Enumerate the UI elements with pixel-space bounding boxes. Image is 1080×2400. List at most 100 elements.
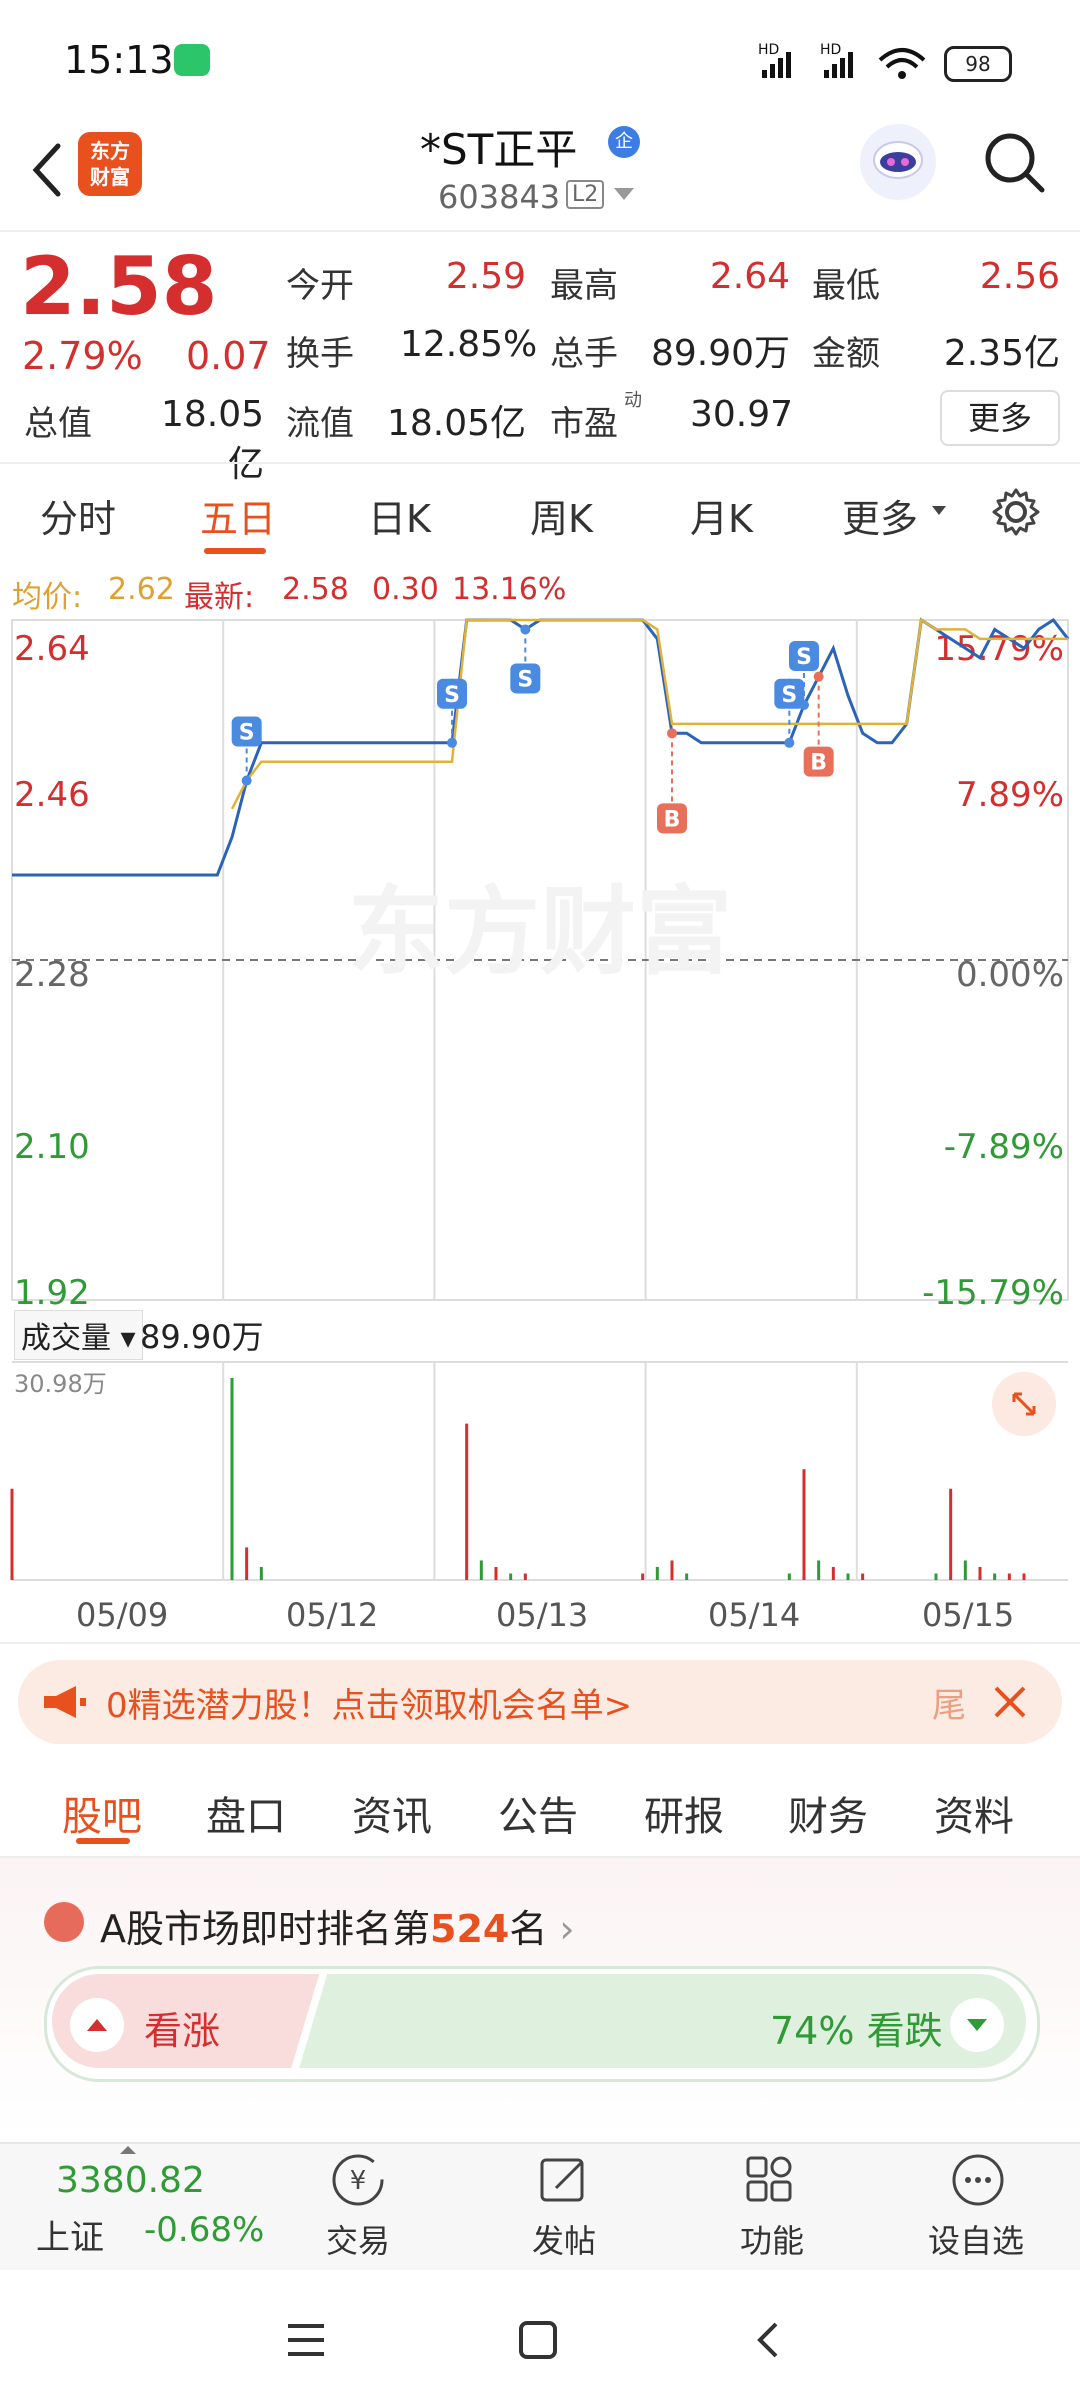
volume-bar [230,1378,234,1580]
level2-badge[interactable]: L2 [566,180,605,209]
divider [0,230,1080,232]
volume-bar [787,1573,791,1580]
stat-label: 总值 [24,404,92,444]
toolbar-item-label[interactable]: 功能 [740,2216,804,2262]
vote-down-pct: 74% [770,2009,855,2053]
search-icon[interactable] [980,128,1050,198]
content-tab[interactable]: 研报 [644,1784,724,1842]
market-ranking[interactable]: A股市场即时排名第524名 › [100,1898,575,1953]
trade-yen-icon[interactable]: ¥ [328,2150,388,2210]
eastmoney-logo[interactable]: 东方 财富 [78,132,142,196]
volume-bar [949,1488,953,1580]
toolbar-item-label[interactable]: 交易 [326,2216,390,2262]
period-tab[interactable]: 月K [690,488,753,543]
volume-selector[interactable]: 成交量 ▾ [14,1310,143,1360]
back-nav-icon[interactable] [748,2318,788,2362]
settings-gear-icon[interactable] [990,486,1042,538]
price-line [12,617,1070,877]
home-icon[interactable] [516,2318,560,2362]
marker-label: S [444,683,460,708]
marker-label: S [781,683,797,708]
vote-up-button[interactable] [70,1998,124,2052]
buy-marker: B [657,728,687,834]
volume-bar [509,1573,513,1580]
promo-end-text: 尾 [932,1686,966,1726]
post-edit-icon[interactable] [534,2150,594,2210]
latest-change: 0.30 [372,572,439,607]
index-value[interactable]: 3380.82 [56,2160,205,2201]
functions-grid-icon[interactable] [740,2150,800,2210]
volume-bar [10,1488,14,1580]
volume-bar [978,1566,982,1580]
more-dots-icon[interactable] [948,2150,1008,2210]
period-tab[interactable]: 周K [530,488,593,543]
change-amount: 0.07 [186,334,271,378]
volume-bar [846,1573,850,1580]
chevron-down-icon[interactable] [614,188,634,200]
marker-dot [784,737,795,748]
stock-code: 603843 [438,178,561,216]
content-tab[interactable]: 资讯 [352,1784,432,1842]
marker-label: S [796,645,812,670]
latest-amplitude: 13.16% [452,572,567,607]
y-tick-right: 7.89% [956,775,1064,815]
period-tab[interactable]: 分时 [40,488,116,543]
volume-bar [494,1566,498,1580]
active-subtab-indicator [76,1838,130,1844]
stat-value: 18.05亿 [160,394,264,485]
volume-max-label: 30.98万 [14,1370,107,1398]
promo-text[interactable]: 0精选潜力股！点击领取机会名单> [106,1678,632,1727]
chevron-down-icon[interactable] [932,506,946,515]
menu-icon[interactable] [284,2320,328,2360]
date-label: 05/12 [286,1596,379,1634]
megaphone-icon [44,1686,86,1718]
volume-bar [259,1566,263,1580]
content-tab[interactable]: 盘口 [206,1784,286,1842]
stat-value: 12.85% [400,324,538,365]
five-day-chart[interactable]: 东方财富 2.64 2.46 2.28 2.10 1.92 15.79% 7.89% 0.00%… [0,610,1080,1640]
stat-label: 最低 [812,266,880,306]
stat-label: 换手 [286,334,354,374]
more-stats-button[interactable]: 更多 [940,390,1060,446]
volume-label: 成交量 [21,1321,111,1356]
index-name[interactable]: 上证 [36,2210,104,2259]
period-tab[interactable]: 日K [368,488,431,543]
pe-dynamic-sup: 动 [624,390,642,411]
ranking-suffix: 名 [509,1907,548,1951]
y-tick-right: -15.79% [922,1273,1064,1313]
y-tick-right: 15.79% [934,629,1064,669]
volume-bar [465,1423,469,1580]
avg-price-value: 2.62 [108,572,175,607]
content-tab[interactable]: 财务 [788,1784,868,1842]
back-arrow-icon[interactable] [18,130,78,210]
vote-down-button[interactable] [950,1998,1004,2052]
volume-bar [479,1560,483,1580]
content-tab[interactable]: 股吧 [62,1784,142,1842]
ai-robot-icon[interactable] [860,124,936,200]
divider [0,462,1080,464]
stat-value: 30.97 [690,394,794,435]
volume-bar [670,1560,674,1580]
vote-down-text: 74% 看跌 [770,2000,943,2055]
status-bar: 15:13 HD HD 98 [0,0,1080,120]
close-icon[interactable] [990,1682,1030,1722]
ranking-chart-icon [44,1902,84,1942]
marker-dot [799,700,809,710]
ranking-prefix: A股市场即时排名第 [100,1907,430,1951]
content-tab[interactable]: 资料 [934,1784,1014,1842]
date-label: 05/15 [922,1596,1015,1634]
toolbar-item-label[interactable]: 设自选 [928,2216,1024,2262]
stat-value: 89.90万 [650,333,790,374]
stat-value: 18.05亿 [386,403,526,444]
svg-text:¥: ¥ [350,2166,367,2196]
expand-icon[interactable] [992,1372,1056,1436]
volume-bar [685,1573,689,1580]
index-expand-caret[interactable] [120,2146,136,2154]
toolbar-item-label[interactable]: 发帖 [532,2216,596,2262]
active-tab-indicator [204,548,266,554]
change-percent: 2.79% [22,334,143,378]
volume-bar [245,1547,249,1580]
content-tab[interactable]: 公告 [498,1784,578,1842]
period-tab[interactable]: 更多 [842,488,918,543]
period-tab[interactable]: 五日 [200,488,276,543]
